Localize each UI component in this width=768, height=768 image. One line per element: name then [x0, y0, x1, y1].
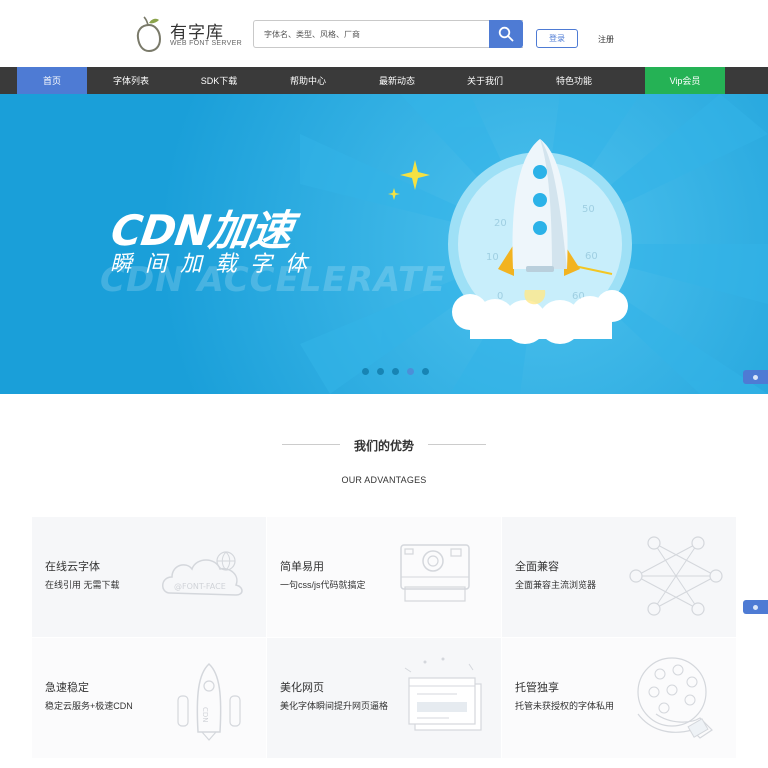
gauge-label: 20 [494, 218, 507, 229]
browser-network-icon [629, 536, 723, 616]
web-page-icon [404, 657, 482, 731]
gauge-label: 60 [585, 251, 598, 262]
rocket-icon-label: CDN [201, 707, 209, 723]
carousel-dot[interactable] [422, 368, 429, 375]
carousel-dot[interactable] [362, 368, 369, 375]
logo-tagline: WEB FONT SERVER [170, 40, 242, 47]
section-title: 我们的优势 [353, 439, 414, 453]
register-link[interactable]: 注册 [598, 34, 614, 45]
title-divider-right [428, 444, 486, 445]
nav-item-font-list[interactable]: 字体列表 [96, 67, 166, 94]
card-desc: 全面兼容主流浏览器 [515, 580, 597, 590]
card-title: 全面兼容 [515, 561, 559, 573]
carousel-dots [362, 368, 429, 375]
login-button[interactable]: 登录 [536, 29, 578, 48]
carousel-dot-active[interactable] [407, 368, 414, 375]
advantage-card-beautify[interactable]: 美化网页 美化字体瞬间提升网页逼格 [267, 638, 501, 758]
search-button[interactable] [489, 20, 523, 48]
rocket-cdn-icon: CDN [177, 662, 241, 741]
nav-item-about-us[interactable]: 关于我们 [450, 67, 520, 94]
card-desc: 在线引用 无需下载 [45, 580, 120, 590]
hand-globe-icon [637, 657, 713, 739]
section-subtitle: OUR ADVANTAGES [341, 475, 427, 485]
card-title: 简单易用 [280, 561, 324, 573]
gauge-label: 10 [486, 252, 499, 263]
card-title: 美化网页 [280, 682, 324, 694]
nav-item-vip[interactable]: Vip会员 [645, 67, 725, 94]
advantage-card-hosting[interactable]: 托管独享 托管未获授权的字体私用 [502, 638, 736, 758]
floating-side-tab[interactable] [743, 600, 768, 614]
floating-side-tab[interactable] [743, 370, 768, 384]
nav-item-features[interactable]: 特色功能 [539, 67, 609, 94]
hero-banner[interactable]: 20 40 50 10 60 0 60 CDN ACCELERATE CDN加速 [0, 94, 768, 394]
pear-logo-icon [136, 16, 162, 53]
nav-item-latest-news[interactable]: 最新动态 [362, 67, 432, 94]
card-desc: 一句css/js代码就搞定 [280, 580, 366, 590]
carousel-dot[interactable] [392, 368, 399, 375]
card-title: 在线云字体 [45, 561, 100, 573]
instant-camera-icon [400, 544, 470, 602]
site-header: 有字库 WEB FONT SERVER 登录 注册 [0, 0, 768, 67]
main-nav: 首页 字体列表 SDK下载 帮助中心 最新动态 关于我们 特色功能 Vip会员 [0, 67, 768, 94]
search-box [253, 20, 523, 48]
cloud-font-icon: @FONT-FACE [162, 551, 243, 596]
card-title: 急速稳定 [45, 682, 89, 694]
nav-item-help-center[interactable]: 帮助中心 [273, 67, 343, 94]
carousel-dot[interactable] [377, 368, 384, 375]
advantage-card-compatibility[interactable]: 全面兼容 全面兼容主流浏览器 [502, 517, 736, 637]
card-desc: 稳定云服务+极速CDN [45, 701, 133, 711]
advantage-card-fast-stable[interactable]: 急速稳定 稳定云服务+极速CDN CDN [32, 638, 266, 758]
advantage-card-cloud-font[interactable]: 在线云字体 在线引用 无需下载 @FONT-FACE [32, 517, 266, 637]
advantage-card-easy-use[interactable]: 简单易用 一句css/js代码就搞定 [267, 517, 501, 637]
nav-item-sdk-download[interactable]: SDK下载 [184, 67, 254, 94]
nav-item-home[interactable]: 首页 [17, 67, 87, 94]
search-input[interactable] [254, 21, 489, 47]
card-title: 托管独享 [515, 682, 559, 694]
search-icon [498, 26, 514, 42]
cloud-icon-label: @FONT-FACE [174, 582, 226, 591]
site-logo[interactable]: 有字库 WEB FONT SERVER [132, 14, 242, 54]
gauge-label: 50 [582, 204, 595, 215]
banner-subtitle: 瞬间加载字体 [110, 252, 321, 277]
card-desc: 托管未获授权的字体私用 [515, 701, 615, 711]
card-desc: 美化字体瞬间提升网页逼格 [280, 701, 389, 711]
